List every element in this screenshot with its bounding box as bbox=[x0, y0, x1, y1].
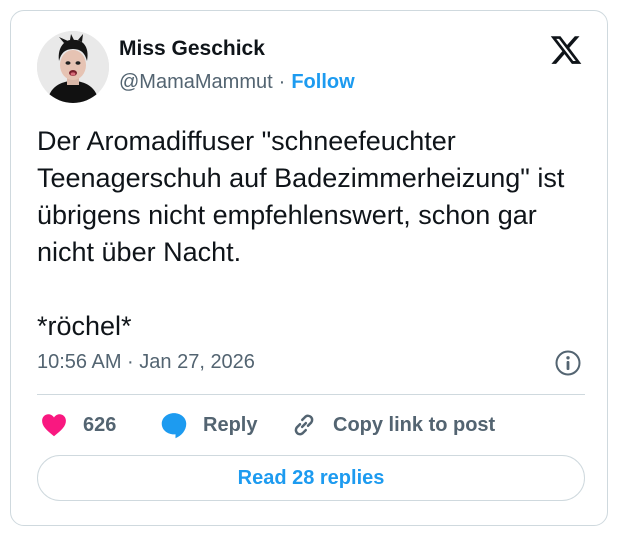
tweet-text: Der Aromadiffuser "schneefeuchter Teenag… bbox=[37, 126, 565, 341]
handle-separator: · bbox=[278, 71, 286, 93]
copy-link-button[interactable]: Copy link to post bbox=[289, 409, 495, 441]
like-count: 626 bbox=[83, 413, 117, 436]
reply-label: Reply bbox=[203, 413, 258, 436]
info-icon[interactable] bbox=[554, 349, 582, 377]
display-name[interactable]: Miss Geschick bbox=[119, 37, 265, 61]
copy-link-label: Copy link to post bbox=[333, 413, 496, 436]
author-handle-row: @MamaMammut · Follow bbox=[119, 71, 355, 94]
tweet-timestamp[interactable]: 10:56 AM · Jan 27, 2026 bbox=[37, 351, 255, 374]
read-replies-button[interactable]: Read 28 replies bbox=[37, 455, 585, 501]
follow-link[interactable]: Follow bbox=[291, 71, 354, 93]
x-logo-icon[interactable] bbox=[549, 33, 583, 67]
avatar-image bbox=[37, 31, 109, 103]
like-button[interactable]: 626 bbox=[39, 409, 116, 441]
author-handle[interactable]: @MamaMammut bbox=[119, 71, 273, 93]
divider bbox=[37, 394, 585, 395]
speech-bubble-icon bbox=[161, 413, 187, 439]
link-icon bbox=[294, 414, 314, 436]
tweet-card: Miss Geschick @MamaMammut · Follow Der Aro… bbox=[10, 10, 608, 526]
avatar[interactable] bbox=[37, 31, 109, 103]
heart-icon bbox=[42, 414, 66, 437]
reply-button[interactable]: Reply bbox=[159, 409, 257, 441]
